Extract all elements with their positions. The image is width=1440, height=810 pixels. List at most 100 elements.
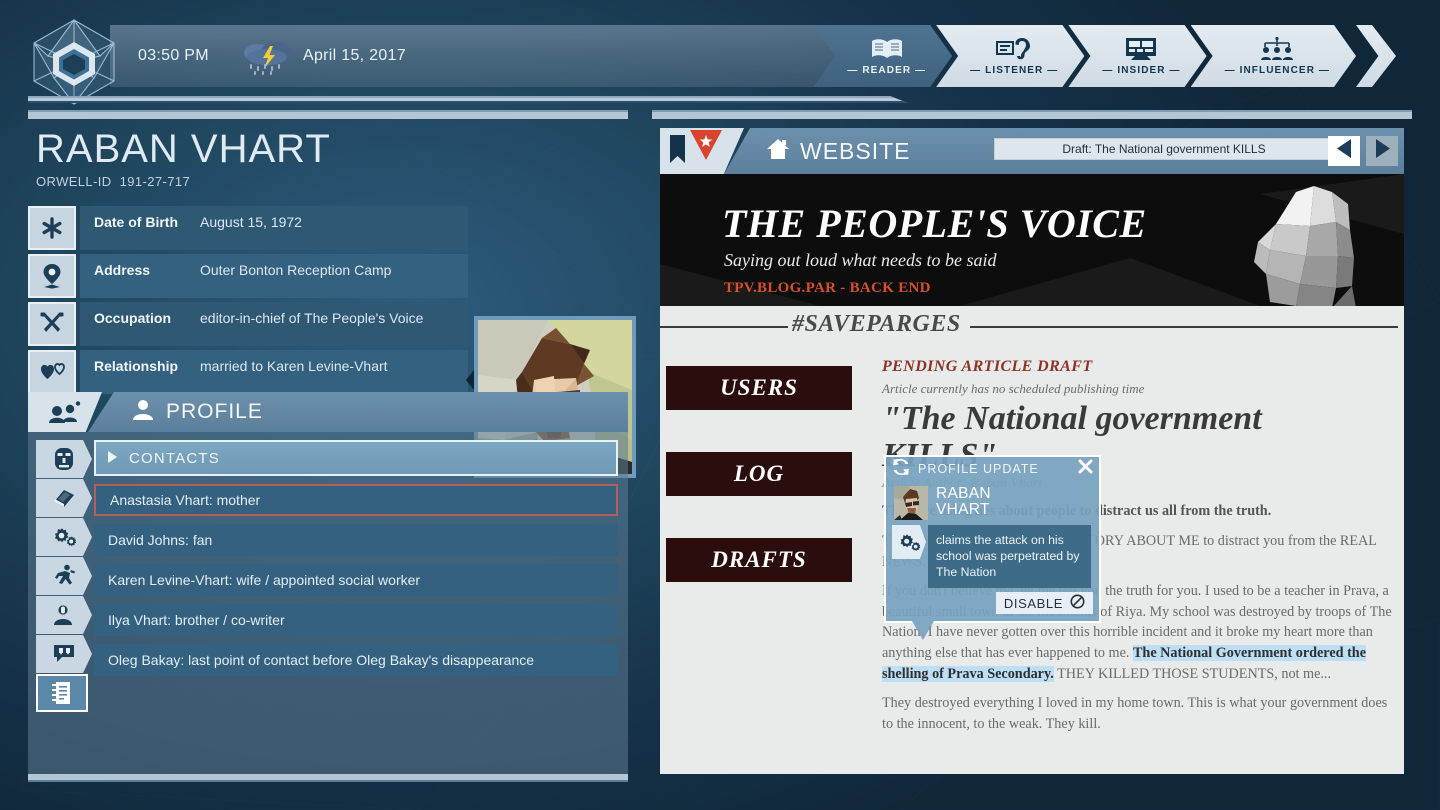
sidebar-item-face[interactable]: [36, 440, 92, 478]
fact-value: August 15, 1972: [200, 214, 302, 230]
contacts-section-label: CONTACTS: [129, 449, 220, 467]
article-title-line1: "The National government: [882, 400, 1262, 437]
top-bar-underline: [28, 96, 908, 103]
panel-top-rule: [28, 110, 628, 119]
map-pin-icon: [28, 254, 76, 298]
profile-header: PROFILE: [28, 392, 628, 432]
list-item[interactable]: Karen Levine-Vhart: wife / appointed soc…: [94, 564, 618, 596]
sidebar-item-notebook[interactable]: [36, 674, 88, 712]
rank-label: — READER —: [847, 64, 927, 76]
contacts-section-header[interactable]: CONTACTS: [94, 440, 618, 476]
red-star-flag-icon[interactable]: [690, 129, 722, 173]
rank-track: — READER — — LISTENER — — INSIDER — — IN…: [829, 25, 1356, 87]
panel-top-rule: [652, 110, 1412, 119]
nav-next-button[interactable]: [1366, 136, 1398, 166]
contacts-list: CONTACTS Anastasia Vhart: mother David J…: [94, 440, 618, 676]
popup-person-name-line1: RABAN: [936, 485, 991, 502]
thunderstorm-icon: [240, 38, 296, 76]
sidebar-item-quotes[interactable]: [36, 635, 92, 673]
banner-subtitle: Saying out loud what needs to be said: [724, 250, 997, 270]
date-display: April 15, 2017: [303, 47, 406, 64]
menu-item-drafts[interactable]: DRAFTS: [666, 538, 852, 582]
profile-body: CONTACTS Anastasia Vhart: mother David J…: [28, 432, 628, 782]
fact-row[interactable]: Occupation editor-in-chief of The People…: [28, 302, 468, 346]
site-hashtag: #SAVEPARGES: [792, 311, 961, 337]
hashtag-bar: #SAVEPARGES: [660, 306, 1404, 344]
sidebar-item-activity[interactable]: [36, 557, 92, 595]
rank-label: — INFLUENCER —: [1224, 64, 1330, 76]
list-item[interactable]: Oleg Bakay: last point of contact before…: [94, 644, 618, 676]
nav-prev-button[interactable]: [1328, 136, 1360, 166]
article-schedule: Article currently has no scheduled publi…: [882, 381, 1145, 396]
top-bar: 03:50 PM April 15, 2017 — READER — — LIS…: [0, 0, 1440, 112]
popup-claim-text[interactable]: claims the attack on his school was perp…: [928, 525, 1091, 588]
rank-reader[interactable]: — READER —: [813, 25, 952, 87]
sidebar-item-person-badge[interactable]: [36, 596, 92, 634]
site-banner: THE PEOPLE'S VOICE Saying out loud what …: [660, 174, 1404, 306]
person-icon: [132, 399, 154, 426]
profile-title-bar: PROFILE: [88, 392, 628, 432]
popup-person-name-line2: VHART: [936, 500, 990, 518]
refresh-sync-icon: [892, 458, 910, 481]
avatar: [894, 486, 928, 520]
list-item[interactable]: David Johns: fan: [94, 524, 618, 556]
fact-row[interactable]: Address Outer Bonton Reception Camp: [28, 254, 468, 298]
face-icon: [55, 448, 73, 470]
browser-title-bar: WEBSITE Draft: The National government K…: [724, 128, 1404, 174]
citizen-id: ORWELL-ID 191-27-717: [36, 174, 331, 189]
app-root: 03:50 PM April 15, 2017 — READER — — LIS…: [0, 0, 1440, 810]
rank-label: — LISTENER —: [970, 64, 1059, 76]
url-field[interactable]: Draft: The National government KILLS: [994, 138, 1334, 160]
asterisk-birth-icon: [28, 206, 76, 250]
rank-insider[interactable]: — INSIDER —: [1068, 25, 1206, 87]
fact-label: Relationship: [94, 358, 179, 374]
block-circle-icon: [1070, 594, 1085, 612]
people-group-icon[interactable]: [28, 392, 102, 432]
disable-button[interactable]: DISABLE: [995, 592, 1093, 614]
book-icon: [54, 490, 74, 507]
sidebar-item-book[interactable]: [36, 479, 92, 517]
popup-person-name: RABAN VHART: [936, 486, 991, 520]
popup-person: RABAN VHART: [886, 481, 1099, 520]
disable-label: DISABLE: [1003, 595, 1063, 611]
browser-header: WEBSITE Draft: The National government K…: [660, 128, 1404, 174]
popup-claim: claims the attack on his school was perp…: [886, 520, 1099, 588]
arrow-left-icon: [1336, 139, 1352, 163]
citizen-id-value: 191-27-717: [119, 174, 191, 189]
profile-update-popup: PROFILE UPDATE RABAN VHART claims the at…: [884, 455, 1101, 640]
fact-label: Occupation: [94, 310, 172, 326]
gears-icon: [55, 528, 77, 547]
rank-influencer[interactable]: — INFLUENCER —: [1191, 25, 1356, 87]
clock-time: 03:50 PM: [138, 47, 209, 64]
rank-tail-decoration: [1356, 25, 1396, 87]
panel-bottom-rule: [28, 774, 628, 782]
close-icon[interactable]: [1078, 459, 1093, 479]
list-item[interactable]: Anastasia Vhart: mother: [94, 484, 618, 516]
rule-right: [970, 326, 1398, 328]
orwell-hex-logo-icon: [28, 16, 120, 108]
open-book-icon: [870, 37, 904, 61]
fact-label: Address: [94, 262, 151, 278]
sidebar-item-gears[interactable]: [36, 518, 92, 556]
citizen-header: RABAN VHART ORWELL-ID 191-27-717: [36, 128, 331, 189]
rank-label: — INSIDER —: [1102, 64, 1181, 76]
speech-bubble-icon: [54, 645, 74, 662]
menu-item-log[interactable]: LOG: [666, 452, 852, 496]
hearts-icon: [28, 350, 76, 394]
rank-listener[interactable]: — LISTENER —: [936, 25, 1084, 87]
browser-panel: WEBSITE Draft: The National government K…: [652, 110, 1412, 782]
list-item[interactable]: Ilya Vhart: brother / co-writer: [94, 604, 618, 636]
bookmark-icon[interactable]: [668, 134, 687, 169]
article-paragraph-last: They destroyed everything I loved in my …: [882, 695, 1388, 732]
article-body-tail: THEY KILLED THOSE STUDENTS, not me...: [1053, 665, 1332, 682]
site-side-menu: USERS LOG DRAFTS: [666, 366, 852, 624]
top-bar-band: [110, 25, 940, 87]
menu-item-users[interactable]: USERS: [666, 366, 852, 410]
fact-row[interactable]: Date of Birth August 15, 1972: [28, 206, 468, 250]
home-icon[interactable]: [766, 138, 790, 165]
article-kicker: PENDING ARTICLE DRAFT: [882, 358, 1093, 375]
citizen-panel: RABAN VHART ORWELL-ID 191-27-717 Date of…: [28, 110, 636, 782]
fact-row[interactable]: Relationship married to Karen Levine-Vha…: [28, 350, 468, 394]
popup-header: PROFILE UPDATE: [886, 457, 1099, 481]
page-title: RABAN VHART: [36, 127, 331, 171]
